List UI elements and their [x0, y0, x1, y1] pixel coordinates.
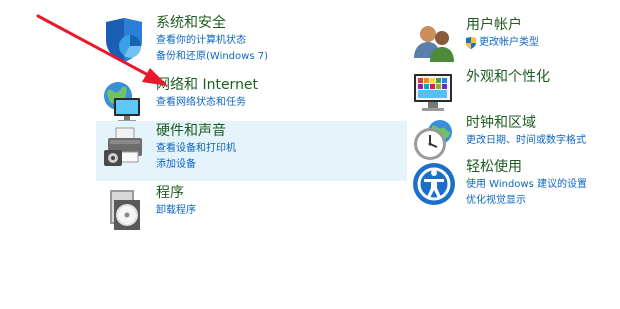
printer-icon	[100, 124, 148, 172]
title-appearance[interactable]: 外观和个性化	[466, 68, 550, 87]
network-globe-icon	[100, 78, 148, 126]
title-system-security[interactable]: 系统和安全	[156, 14, 268, 33]
link-change-account-type[interactable]: 更改帐户类型	[466, 35, 539, 51]
users-icon	[410, 18, 458, 66]
link-view-computer-status[interactable]: 查看你的计算机状态	[156, 33, 268, 49]
title-hardware-sound[interactable]: 硬件和声音	[156, 122, 236, 141]
title-programs[interactable]: 程序	[156, 184, 196, 203]
category-network-internet[interactable]: 网络和 Internet 查看网络状态和任务	[100, 76, 390, 126]
appearance-monitor-icon	[410, 70, 458, 118]
link-backup-restore[interactable]: 备份和还原(Windows 7)	[156, 49, 268, 65]
link-add-device[interactable]: 添加设备	[156, 157, 236, 173]
security-shield-icon	[100, 16, 148, 64]
ease-of-access-icon	[410, 160, 458, 208]
title-clock-region[interactable]: 时钟和区域	[466, 114, 586, 133]
title-user-accounts[interactable]: 用户帐户	[466, 16, 539, 35]
link-change-account-type-label: 更改帐户类型	[479, 37, 539, 48]
category-clock-region[interactable]: 时钟和区域 更改日期、时间或数字格式	[410, 114, 610, 164]
uac-shield-icon	[466, 37, 476, 49]
link-network-status[interactable]: 查看网络状态和任务	[156, 95, 258, 111]
link-change-date-time-format[interactable]: 更改日期、时间或数字格式	[466, 133, 586, 149]
category-programs[interactable]: 程序 卸载程序	[100, 184, 390, 234]
title-network-internet[interactable]: 网络和 Internet	[156, 76, 258, 95]
category-appearance[interactable]: 外观和个性化	[410, 68, 610, 118]
category-system-security[interactable]: 系统和安全 查看你的计算机状态 备份和还原(Windows 7)	[100, 14, 390, 65]
category-user-accounts[interactable]: 用户帐户 更改帐户类型	[410, 16, 610, 66]
link-uninstall-program[interactable]: 卸载程序	[156, 203, 196, 219]
programs-disc-icon	[100, 186, 148, 234]
category-ease-of-access[interactable]: 轻松使用 使用 Windows 建议的设置 优化视觉显示	[410, 158, 610, 209]
title-ease-of-access[interactable]: 轻松使用	[466, 158, 587, 177]
clock-globe-icon	[410, 116, 458, 164]
link-devices-printers[interactable]: 查看设备和打印机	[156, 141, 236, 157]
link-recommended-settings[interactable]: 使用 Windows 建议的设置	[466, 177, 587, 193]
category-hardware-sound[interactable]: 硬件和声音 查看设备和打印机 添加设备	[96, 121, 407, 181]
link-optimize-visual-display[interactable]: 优化视觉显示	[466, 193, 587, 209]
